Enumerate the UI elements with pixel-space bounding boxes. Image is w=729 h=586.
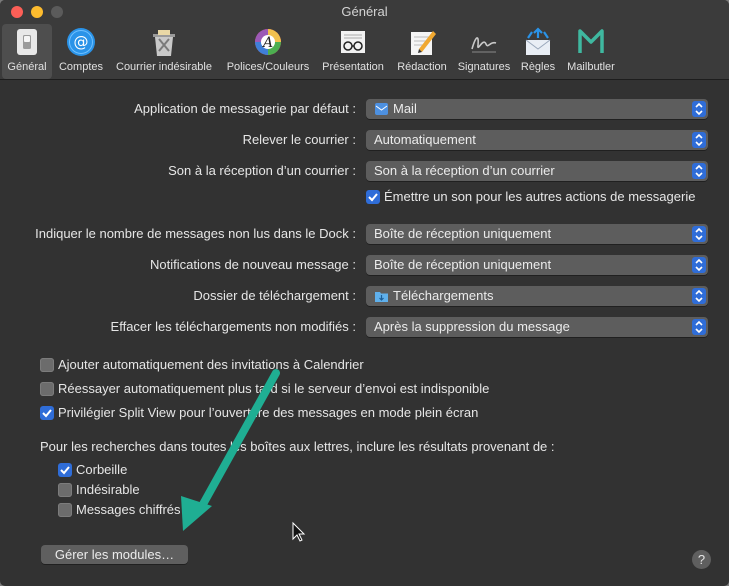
dock-unread-value: Boîte de réception uniquement bbox=[374, 226, 552, 241]
mouse-cursor-icon bbox=[292, 521, 306, 542]
chevron-updown-icon bbox=[692, 257, 706, 273]
title-bar: Général bbox=[0, 0, 729, 24]
at-sign-icon: @ bbox=[67, 28, 95, 56]
mail-preferences-window: Général Général @ Comptes Courrier indés… bbox=[0, 0, 729, 586]
calendar-invitations-label: Ajouter automatiquement des invitations … bbox=[58, 357, 364, 372]
junk-checkbox[interactable] bbox=[58, 483, 72, 497]
check-mail-label: Relever le courrier : bbox=[242, 132, 356, 147]
default-app-value: Mail bbox=[393, 101, 417, 116]
tab-signatures[interactable]: Signatures bbox=[454, 24, 514, 79]
dock-unread-label: Indiquer le nombre de messages non lus d… bbox=[35, 226, 356, 241]
tab-composing-label: Rédaction bbox=[397, 61, 447, 73]
tab-general[interactable]: Général bbox=[2, 24, 52, 79]
tab-accounts-label: Comptes bbox=[58, 61, 104, 73]
tab-rules[interactable]: Règles bbox=[516, 24, 560, 79]
default-app-label: Application de messagerie par défaut : bbox=[134, 101, 356, 116]
junk-label: Indésirable bbox=[76, 482, 140, 497]
remove-downloads-label: Effacer les téléchargements non modifiés… bbox=[110, 319, 356, 334]
chevron-updown-icon bbox=[692, 163, 706, 179]
retry-send-checkbox[interactable] bbox=[40, 382, 54, 396]
svg-text:@: @ bbox=[74, 33, 89, 51]
rules-envelope-icon bbox=[525, 27, 551, 55]
other-sounds-label: Émettre un son pour les autres actions d… bbox=[384, 189, 696, 204]
retry-send-label: Réessayer automatiquement plus tard si l… bbox=[58, 381, 490, 396]
tab-fonts-colors[interactable]: A Polices/Couleurs bbox=[222, 24, 314, 79]
chevron-updown-icon bbox=[692, 226, 706, 242]
notifications-value: Boîte de réception uniquement bbox=[374, 257, 552, 272]
tab-viewing[interactable]: Présentation bbox=[318, 24, 388, 79]
calendar-invitations-checkbox[interactable] bbox=[40, 358, 54, 372]
chevron-updown-icon bbox=[692, 319, 706, 335]
new-mail-sound-popup[interactable]: Son à la réception d’un courrier bbox=[366, 161, 708, 181]
chevron-updown-icon bbox=[692, 288, 706, 304]
preferences-toolbar: Général @ Comptes Courrier indésirable A… bbox=[0, 24, 729, 80]
tab-junk-mail[interactable]: Courrier indésirable bbox=[110, 24, 218, 79]
tab-accounts[interactable]: @ Comptes bbox=[55, 24, 107, 79]
mail-app-icon bbox=[375, 103, 388, 115]
trash-label: Corbeille bbox=[76, 462, 128, 477]
check-mail-value: Automatiquement bbox=[374, 132, 476, 147]
glasses-icon bbox=[341, 31, 365, 53]
downloads-folder-icon bbox=[375, 292, 388, 302]
color-wheel-icon: A bbox=[255, 29, 281, 55]
other-sounds-checkbox[interactable] bbox=[366, 190, 380, 204]
encrypted-label: Messages chiffrés bbox=[76, 502, 181, 517]
tab-mailbutler[interactable]: Mailbutler bbox=[562, 24, 620, 79]
tab-general-label: Général bbox=[7, 61, 47, 73]
split-view-checkbox[interactable] bbox=[40, 406, 54, 420]
tab-mailbutler-label: Mailbutler bbox=[567, 61, 615, 73]
junk-bin-icon bbox=[153, 30, 175, 56]
downloads-folder-popup[interactable]: Téléchargements bbox=[366, 286, 708, 306]
switch-icon bbox=[17, 29, 37, 55]
default-app-popup[interactable]: Mail bbox=[366, 99, 708, 119]
tab-viewing-label: Présentation bbox=[322, 61, 384, 73]
tab-fonts-colors-label: Polices/Couleurs bbox=[226, 61, 310, 73]
search-scope-label: Pour les recherches dans toutes les boît… bbox=[40, 439, 555, 454]
chevron-updown-icon bbox=[692, 132, 706, 148]
notifications-popup[interactable]: Boîte de réception uniquement bbox=[366, 255, 708, 275]
tab-composing[interactable]: Rédaction bbox=[392, 24, 452, 79]
signature-icon bbox=[471, 37, 497, 53]
tab-signatures-label: Signatures bbox=[457, 61, 511, 73]
remove-downloads-value: Après la suppression du message bbox=[374, 319, 570, 334]
new-mail-sound-label: Son à la réception d’un courrier : bbox=[168, 163, 356, 178]
encrypted-checkbox[interactable] bbox=[58, 503, 72, 517]
mailbutler-logo-icon bbox=[578, 29, 604, 53]
help-button[interactable]: ? bbox=[692, 550, 711, 569]
new-mail-sound-value: Son à la réception d’un courrier bbox=[374, 163, 555, 178]
chevron-updown-icon bbox=[692, 101, 706, 117]
tab-junk-mail-label: Courrier indésirable bbox=[116, 61, 212, 73]
notifications-label: Notifications de nouveau message : bbox=[150, 257, 356, 272]
pencil-paper-icon bbox=[411, 31, 436, 55]
window-title: Général bbox=[341, 4, 388, 19]
dock-unread-popup[interactable]: Boîte de réception uniquement bbox=[366, 224, 708, 244]
manage-plugins-button[interactable]: Gérer les modules… bbox=[41, 545, 188, 564]
split-view-label: Privilégier Split View pour l’ouverture … bbox=[58, 405, 479, 420]
tab-rules-label: Règles bbox=[520, 61, 556, 73]
trash-checkbox[interactable] bbox=[58, 463, 72, 477]
remove-downloads-popup[interactable]: Après la suppression du message bbox=[366, 317, 708, 337]
downloads-folder-label: Dossier de téléchargement : bbox=[193, 288, 356, 303]
svg-text:A: A bbox=[261, 35, 273, 51]
downloads-folder-value: Téléchargements bbox=[393, 288, 494, 303]
check-mail-popup[interactable]: Automatiquement bbox=[366, 130, 708, 150]
